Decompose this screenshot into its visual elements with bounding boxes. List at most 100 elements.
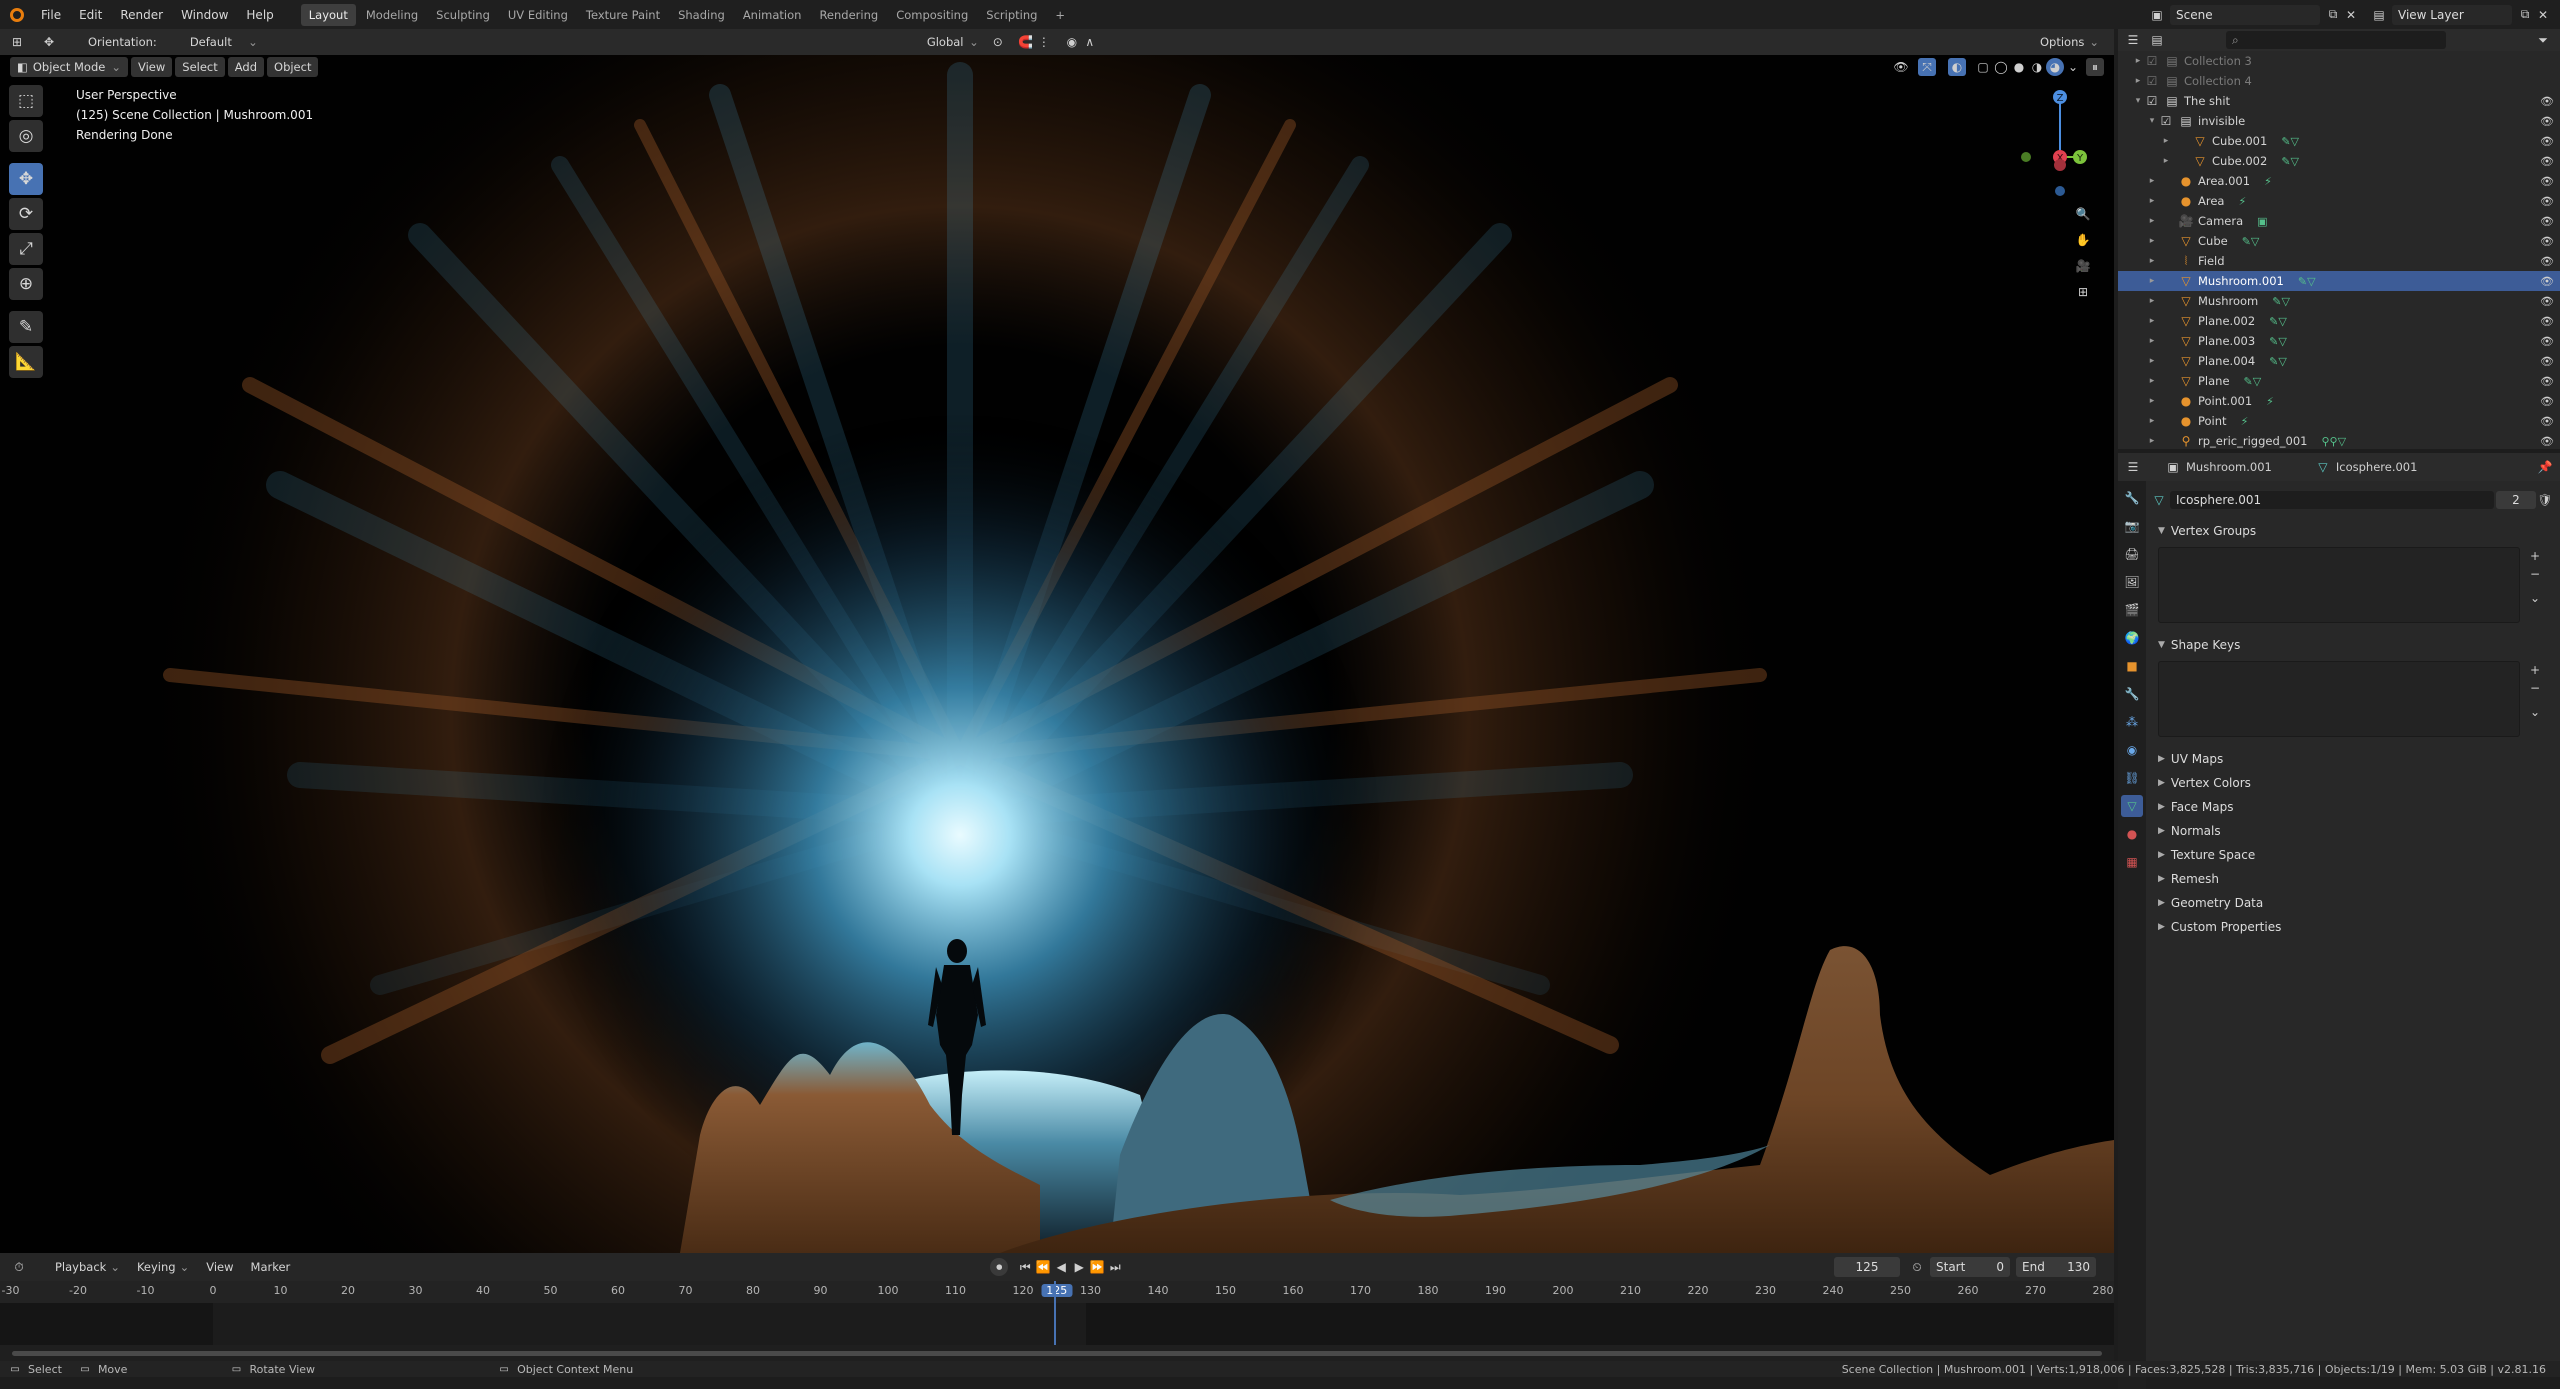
tab-layout[interactable]: Layout bbox=[300, 3, 356, 26]
menu-window[interactable]: Window bbox=[172, 8, 237, 22]
outliner-row[interactable]: ▸ ▽ Plane.004 ✎▽ 👁 bbox=[2118, 351, 2560, 371]
tab-texture-paint[interactable]: Texture Paint bbox=[578, 4, 668, 26]
visibility-eye-icon[interactable]: 👁 bbox=[2540, 155, 2554, 168]
display-mode-icon[interactable]: ▤ bbox=[2148, 31, 2166, 49]
object-menu[interactable]: Object bbox=[267, 57, 319, 77]
shape-keys-list[interactable] bbox=[2158, 661, 2520, 737]
tool-tab-icon[interactable]: 🔧 bbox=[2121, 487, 2143, 509]
outliner-search-input[interactable]: ⌕ bbox=[2226, 31, 2446, 49]
outliner-row[interactable]: ▸ ● Point.001 ⚡ 👁 bbox=[2118, 391, 2560, 411]
exclude-checkbox-icon[interactable]: ☑ bbox=[2158, 114, 2174, 128]
modifier-data-icon[interactable]: ✎▽ bbox=[2272, 295, 2290, 308]
shape-key-menu-icon[interactable]: ⌄ bbox=[2526, 703, 2544, 721]
xray-toggle-icon[interactable]: ▢ bbox=[1974, 58, 1992, 76]
outliner-row[interactable]: ▸ ▽ Plane.002 ✎▽ 👁 bbox=[2118, 311, 2560, 331]
expand-arrow-icon[interactable]: ▸ bbox=[2146, 416, 2158, 426]
expand-arrow-icon[interactable]: ▾ bbox=[2146, 116, 2158, 126]
shading-options-icon[interactable]: ⌄ bbox=[2064, 58, 2082, 76]
mesh-browse-icon[interactable]: ▽ bbox=[2150, 491, 2168, 509]
visibility-eye-icon[interactable]: 👁 bbox=[2540, 315, 2554, 328]
material-tab-icon[interactable]: ● bbox=[2121, 823, 2143, 845]
delete-scene-icon[interactable]: ✕ bbox=[2342, 6, 2360, 24]
zoom-icon[interactable]: 🔍 bbox=[2074, 205, 2092, 223]
modifier-data-icon[interactable]: ✎▽ bbox=[2244, 375, 2262, 388]
rendered-shading-icon[interactable]: ◕ bbox=[2046, 58, 2064, 76]
expand-arrow-icon[interactable]: ▸ bbox=[2146, 376, 2158, 386]
current-frame-marker[interactable]: 125 bbox=[1041, 1284, 1073, 1297]
visibility-eye-icon[interactable]: 👁 bbox=[2540, 335, 2554, 348]
transform-tool[interactable]: ⊕ bbox=[9, 268, 43, 300]
visibility-eye-icon[interactable]: 👁 bbox=[2540, 435, 2554, 448]
expand-arrow-icon[interactable]: ▸ bbox=[2146, 236, 2158, 246]
tab-animation[interactable]: Animation bbox=[735, 4, 810, 26]
expand-arrow-icon[interactable]: ▸ bbox=[2160, 156, 2172, 166]
modifier-data-icon[interactable]: ✎▽ bbox=[2281, 155, 2299, 168]
tab-scripting[interactable]: Scripting bbox=[978, 4, 1045, 26]
expand-arrow-icon[interactable]: ▸ bbox=[2160, 136, 2172, 146]
modifier-data-icon[interactable]: ✎▽ bbox=[2298, 275, 2316, 288]
camera-view-icon[interactable]: 🎥 bbox=[2074, 257, 2092, 275]
blender-logo-icon[interactable] bbox=[10, 7, 24, 22]
expand-arrow-icon[interactable]: ▸ bbox=[2146, 436, 2158, 446]
tab-rendering[interactable]: Rendering bbox=[811, 4, 886, 26]
navigation-gizmo[interactable]: Z Y X 🔍 ✋ 🎥 ⊞ bbox=[1988, 85, 2098, 325]
panel-collapsed[interactable]: ▶ Face Maps bbox=[2150, 795, 2554, 819]
expand-arrow-icon[interactable]: ▸ bbox=[2146, 216, 2158, 226]
panel-collapsed[interactable]: ▶ Geometry Data bbox=[2150, 891, 2554, 915]
outliner-row[interactable]: ▸ ▽ Cube.002 ✎▽ 👁 bbox=[2118, 151, 2560, 171]
options-dropdown[interactable]: Options ⌄ bbox=[2032, 32, 2106, 52]
timeline-scrollbar[interactable] bbox=[0, 1345, 2114, 1361]
remove-vertex-group-icon[interactable]: − bbox=[2526, 565, 2544, 583]
playback-menu[interactable]: Playback ⌄ bbox=[48, 1257, 127, 1277]
wireframe-shading-icon[interactable]: ◯ bbox=[1992, 58, 2010, 76]
vertex-groups-list[interactable] bbox=[2158, 547, 2520, 623]
modifier-data-icon[interactable]: ⚡ bbox=[2266, 395, 2274, 408]
snap-element-icon[interactable]: ⋮ bbox=[1035, 33, 1053, 51]
outliner-row[interactable]: ▸ ▽ Mushroom ✎▽ 👁 bbox=[2118, 291, 2560, 311]
visibility-icon[interactable]: 👁 bbox=[1892, 58, 1910, 76]
jump-end-icon[interactable]: ⏭ bbox=[1106, 1258, 1124, 1276]
expand-arrow-icon[interactable]: ▸ bbox=[2146, 196, 2158, 206]
prev-keyframe-icon[interactable]: ⏪ bbox=[1034, 1258, 1052, 1276]
view-menu[interactable]: View bbox=[130, 57, 173, 77]
outliner-row[interactable]: ▸ ▽ Plane ✎▽ 👁 bbox=[2118, 371, 2560, 391]
timeline-editor-icon[interactable]: ⏱ bbox=[10, 1258, 28, 1276]
pan-hand-icon[interactable]: ✋ bbox=[2074, 231, 2092, 249]
view-layer-icon[interactable]: ▤ bbox=[2370, 6, 2388, 24]
editor-type-icon[interactable]: ⊞ bbox=[8, 33, 26, 51]
axis-gizmo[interactable]: Z Y X bbox=[1988, 85, 2098, 205]
preview-range-icon[interactable]: ⏲ bbox=[1908, 1258, 1926, 1276]
menu-render[interactable]: Render bbox=[111, 8, 172, 22]
panel-collapsed[interactable]: ▶ Texture Space bbox=[2150, 843, 2554, 867]
scale-tool[interactable]: ⤢ bbox=[9, 233, 43, 265]
3d-viewport[interactable]: ⬚ ◎ ✥ ⟳ ⤢ ⊕ ✎ 📐 User Perspective (125) S… bbox=[0, 55, 2114, 1253]
object-tab-icon[interactable]: ■ bbox=[2121, 655, 2143, 677]
expand-arrow-icon[interactable]: ▸ bbox=[2146, 336, 2158, 346]
visibility-eye-icon[interactable]: 👁 bbox=[2540, 215, 2554, 228]
visibility-eye-icon[interactable]: 👁 bbox=[2540, 415, 2554, 428]
marker-menu[interactable]: Marker bbox=[244, 1257, 298, 1277]
mesh-users-count[interactable]: 2 bbox=[2496, 491, 2536, 509]
panel-collapsed[interactable]: ▶ Custom Properties bbox=[2150, 915, 2554, 939]
add-vertex-group-icon[interactable]: + bbox=[2526, 547, 2544, 565]
current-frame-field[interactable]: 125 bbox=[1834, 1257, 1900, 1277]
play-reverse-icon[interactable]: ◀ bbox=[1052, 1258, 1070, 1276]
tab-sculpting[interactable]: Sculpting bbox=[428, 4, 498, 26]
tab-compositing[interactable]: Compositing bbox=[888, 4, 976, 26]
outliner-row[interactable]: ▸ ● Area.001 ⚡ 👁 bbox=[2118, 171, 2560, 191]
expand-arrow-icon[interactable]: ▾ bbox=[2132, 96, 2144, 106]
measure-tool[interactable]: 📐 bbox=[9, 346, 43, 378]
modifier-data-icon[interactable]: ✎▽ bbox=[2281, 135, 2299, 148]
annotate-tool[interactable]: ✎ bbox=[9, 311, 43, 343]
next-keyframe-icon[interactable]: ⏩ bbox=[1088, 1258, 1106, 1276]
menu-file[interactable]: File bbox=[32, 8, 70, 22]
outliner-editor-icon[interactable]: ☰ bbox=[2124, 31, 2142, 49]
object-mode-dropdown[interactable]: ◧ Object Mode ⌄ bbox=[10, 57, 128, 77]
outliner-row[interactable]: ▸ ▽ Cube ✎▽ 👁 bbox=[2118, 231, 2560, 251]
render-tab-icon[interactable]: 📷 bbox=[2121, 515, 2143, 537]
visibility-eye-icon[interactable]: 👁 bbox=[2540, 95, 2554, 108]
ortho-grid-icon[interactable]: ⊞ bbox=[2074, 283, 2092, 301]
expand-arrow-icon[interactable]: ▸ bbox=[2132, 76, 2144, 86]
exclude-checkbox-icon[interactable]: ☑ bbox=[2144, 54, 2160, 68]
material-shading-icon[interactable]: ◑ bbox=[2028, 58, 2046, 76]
